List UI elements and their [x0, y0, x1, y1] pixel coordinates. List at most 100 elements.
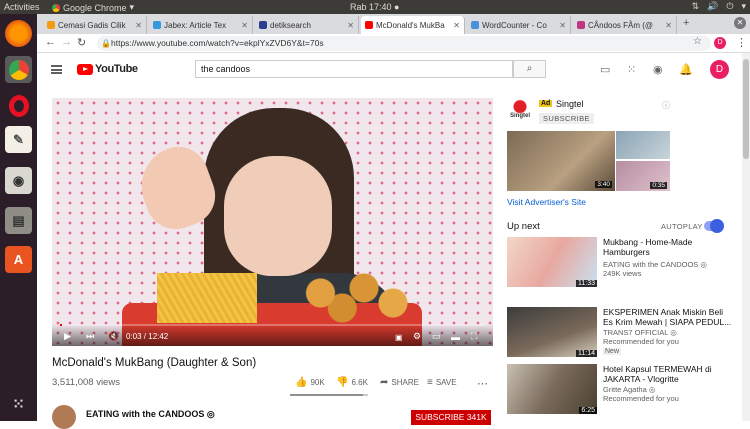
video-duration: 11:33: [576, 280, 597, 287]
like-ratio-fill: [290, 394, 363, 396]
video-title[interactable]: Mukbang - Home-Made Hamburgers: [603, 237, 733, 257]
tab-detiksearch[interactable]: detiksearch ✕: [255, 16, 359, 34]
youtube-logo[interactable]: YouTube: [77, 63, 138, 75]
channel-name[interactable]: EATING with the CANDOOS ◎: [603, 260, 707, 269]
close-icon[interactable]: ✕: [135, 21, 142, 30]
clock[interactable]: Rab 17:40 ●: [350, 2, 399, 12]
window-controls[interactable]: ✕: [734, 17, 746, 29]
new-tab-icon[interactable]: +: [683, 17, 699, 31]
up-next-heading: Up next: [507, 221, 540, 232]
like-button[interactable]: 👍 90K: [295, 377, 325, 388]
scrollbar-thumb[interactable]: [743, 59, 749, 159]
recommended-video[interactable]: 11:14 EKSPERIMEN Anak Miskin Beli Es Kri…: [507, 307, 737, 359]
profile-avatar[interactable]: D: [714, 37, 726, 49]
system-tray[interactable]: ⇅ 🔊 ⏻ ▾: [692, 1, 746, 12]
menu-icon[interactable]: [51, 65, 62, 74]
more-actions-icon[interactable]: ⋯: [477, 377, 488, 390]
ad-subscribe-button[interactable]: SUBSCRIBE: [539, 113, 594, 124]
play-icon[interactable]: ▶: [64, 331, 71, 342]
app-name: Google Chrome: [63, 2, 127, 13]
autoplay-toggle[interactable]: [704, 219, 724, 233]
ad-thumbnail-top[interactable]: [616, 131, 670, 159]
recommended-video[interactable]: 6:25 Hotel Kapsul TERMEWAH di JAKARTA - …: [507, 364, 737, 416]
tab-favicon: [259, 21, 267, 29]
account-avatar[interactable]: D: [710, 60, 729, 79]
back-icon[interactable]: ←: [45, 36, 56, 48]
close-icon[interactable]: ✕: [665, 21, 672, 30]
tab-favicon: [153, 21, 161, 29]
info-icon[interactable]: ⓘ: [662, 100, 670, 111]
video-duration: 6:25: [579, 407, 597, 414]
share-button[interactable]: ➦ SHARE: [380, 377, 419, 388]
progress-bar[interactable]: [60, 324, 485, 326]
notifications-bell-icon[interactable]: 🔔: [679, 63, 693, 76]
channel-avatar[interactable]: [52, 405, 76, 429]
app-grid-icon[interactable]: ⁙: [5, 390, 32, 417]
firefox-icon[interactable]: [5, 20, 32, 47]
share-icon: ➦: [380, 377, 389, 388]
channel-name[interactable]: Gritte Agatha ◎: [603, 385, 655, 394]
visit-advertiser-link[interactable]: Visit Advertiser's Site: [507, 197, 586, 207]
miniplayer-icon[interactable]: ▭: [432, 331, 441, 342]
ad-thumbnail-main[interactable]: 3:40: [507, 131, 615, 191]
forward-icon[interactable]: →: [61, 36, 72, 48]
chrome-icon[interactable]: [5, 56, 32, 83]
software-center-icon[interactable]: A: [5, 246, 32, 273]
bookmark-star-icon[interactable]: ☆: [693, 36, 702, 47]
tab-favicon: [471, 21, 479, 29]
close-icon[interactable]: ✕: [347, 21, 354, 30]
autoplay-label: AUTOPLAY: [661, 222, 703, 231]
video-player[interactable]: ▶ ⏭ 🔇 0:03 / 12:42 ▣ ⚙ ▭ ▬ ⛶: [52, 98, 493, 346]
dislike-button[interactable]: 👎 6.6K: [336, 377, 368, 388]
browser-toolbar: ← → ↻ 🔒 https://www.youtube.com/watch?v=…: [37, 34, 750, 53]
video-title[interactable]: Hotel Kapsul TERMEWAH di JAKARTA - Vlogr…: [603, 364, 733, 384]
fullscreen-icon[interactable]: ⛶: [471, 331, 477, 342]
page-scrollbar[interactable]: [742, 53, 750, 421]
opera-icon[interactable]: [5, 92, 32, 119]
singtel-logo[interactable]: Singtel: [507, 100, 533, 122]
tab-favicon: [365, 21, 373, 29]
reload-icon[interactable]: ↻: [77, 36, 86, 49]
mute-icon[interactable]: 🔇: [108, 331, 119, 342]
video-title: McDonald's MukBang (Daughter & Son): [52, 357, 257, 369]
channel-name[interactable]: TRANS7 OFFICIAL ◎: [603, 328, 677, 337]
new-badge: New: [603, 348, 622, 355]
video-meta: Recommended for you: [603, 337, 679, 346]
activities-button[interactable]: Activities: [4, 2, 40, 12]
channel-name[interactable]: EATING with the CANDOOS ◎: [86, 409, 215, 420]
search-input[interactable]: the candoos: [195, 60, 513, 78]
tab-wordcounter[interactable]: WordCounter - Co ✕: [467, 16, 571, 34]
tab-instagram[interactable]: CÅndoos FÅm (@ ✕: [573, 16, 677, 34]
close-icon[interactable]: ✕: [241, 21, 248, 30]
save-button[interactable]: ≡ SAVE: [427, 377, 457, 388]
app-menu[interactable]: Google Chrome ▾: [52, 2, 134, 13]
video-title[interactable]: EKSPERIMEN Anak Miskin Beli Es Krim Mewa…: [603, 307, 733, 327]
subtitles-icon[interactable]: ▣: [395, 333, 403, 342]
close-icon[interactable]: ✕: [453, 21, 460, 30]
tab-youtube[interactable]: McDonald's MukBa ✕: [361, 16, 465, 34]
messages-icon[interactable]: ◉: [653, 63, 663, 76]
recommended-video[interactable]: 11:33 Mukbang - Home-Made Hamburgers EAT…: [507, 237, 737, 289]
files-icon[interactable]: ▤: [5, 207, 32, 234]
search-button[interactable]: ⌕: [513, 60, 546, 78]
settings-gear-icon[interactable]: ⚙: [413, 331, 421, 342]
next-icon[interactable]: ⏭: [86, 331, 94, 342]
text-editor-icon[interactable]: ✎: [5, 126, 32, 153]
disk-icon[interactable]: ◉: [5, 167, 32, 194]
theater-mode-icon[interactable]: ▬: [451, 332, 460, 342]
tab-favicon: [577, 21, 585, 29]
tab-cemasi[interactable]: Cemasi Gadis Cilik ✕: [43, 16, 147, 34]
ad-badge: Ad: [539, 100, 553, 107]
advertiser-name[interactable]: Singtel: [556, 99, 584, 109]
subscribe-button[interactable]: SUBSCRIBE 341K: [411, 410, 491, 425]
tab-jabex[interactable]: Jabex: Article Tex ✕: [149, 16, 253, 34]
apps-grid-icon[interactable]: ⁙: [627, 63, 636, 76]
close-icon[interactable]: ✕: [559, 21, 566, 30]
create-video-icon[interactable]: ▭: [600, 63, 610, 76]
progress-fill: [60, 324, 62, 326]
ad-thumbnail-bottom[interactable]: 0:35: [616, 161, 670, 191]
address-bar[interactable]: 🔒 https://www.youtube.com/watch?v=ekplYx…: [97, 36, 711, 51]
view-count: 3,511,008 views: [52, 377, 120, 388]
more-menu-icon[interactable]: ⋮: [736, 36, 747, 49]
video-meta: Recommended for you: [603, 394, 679, 403]
